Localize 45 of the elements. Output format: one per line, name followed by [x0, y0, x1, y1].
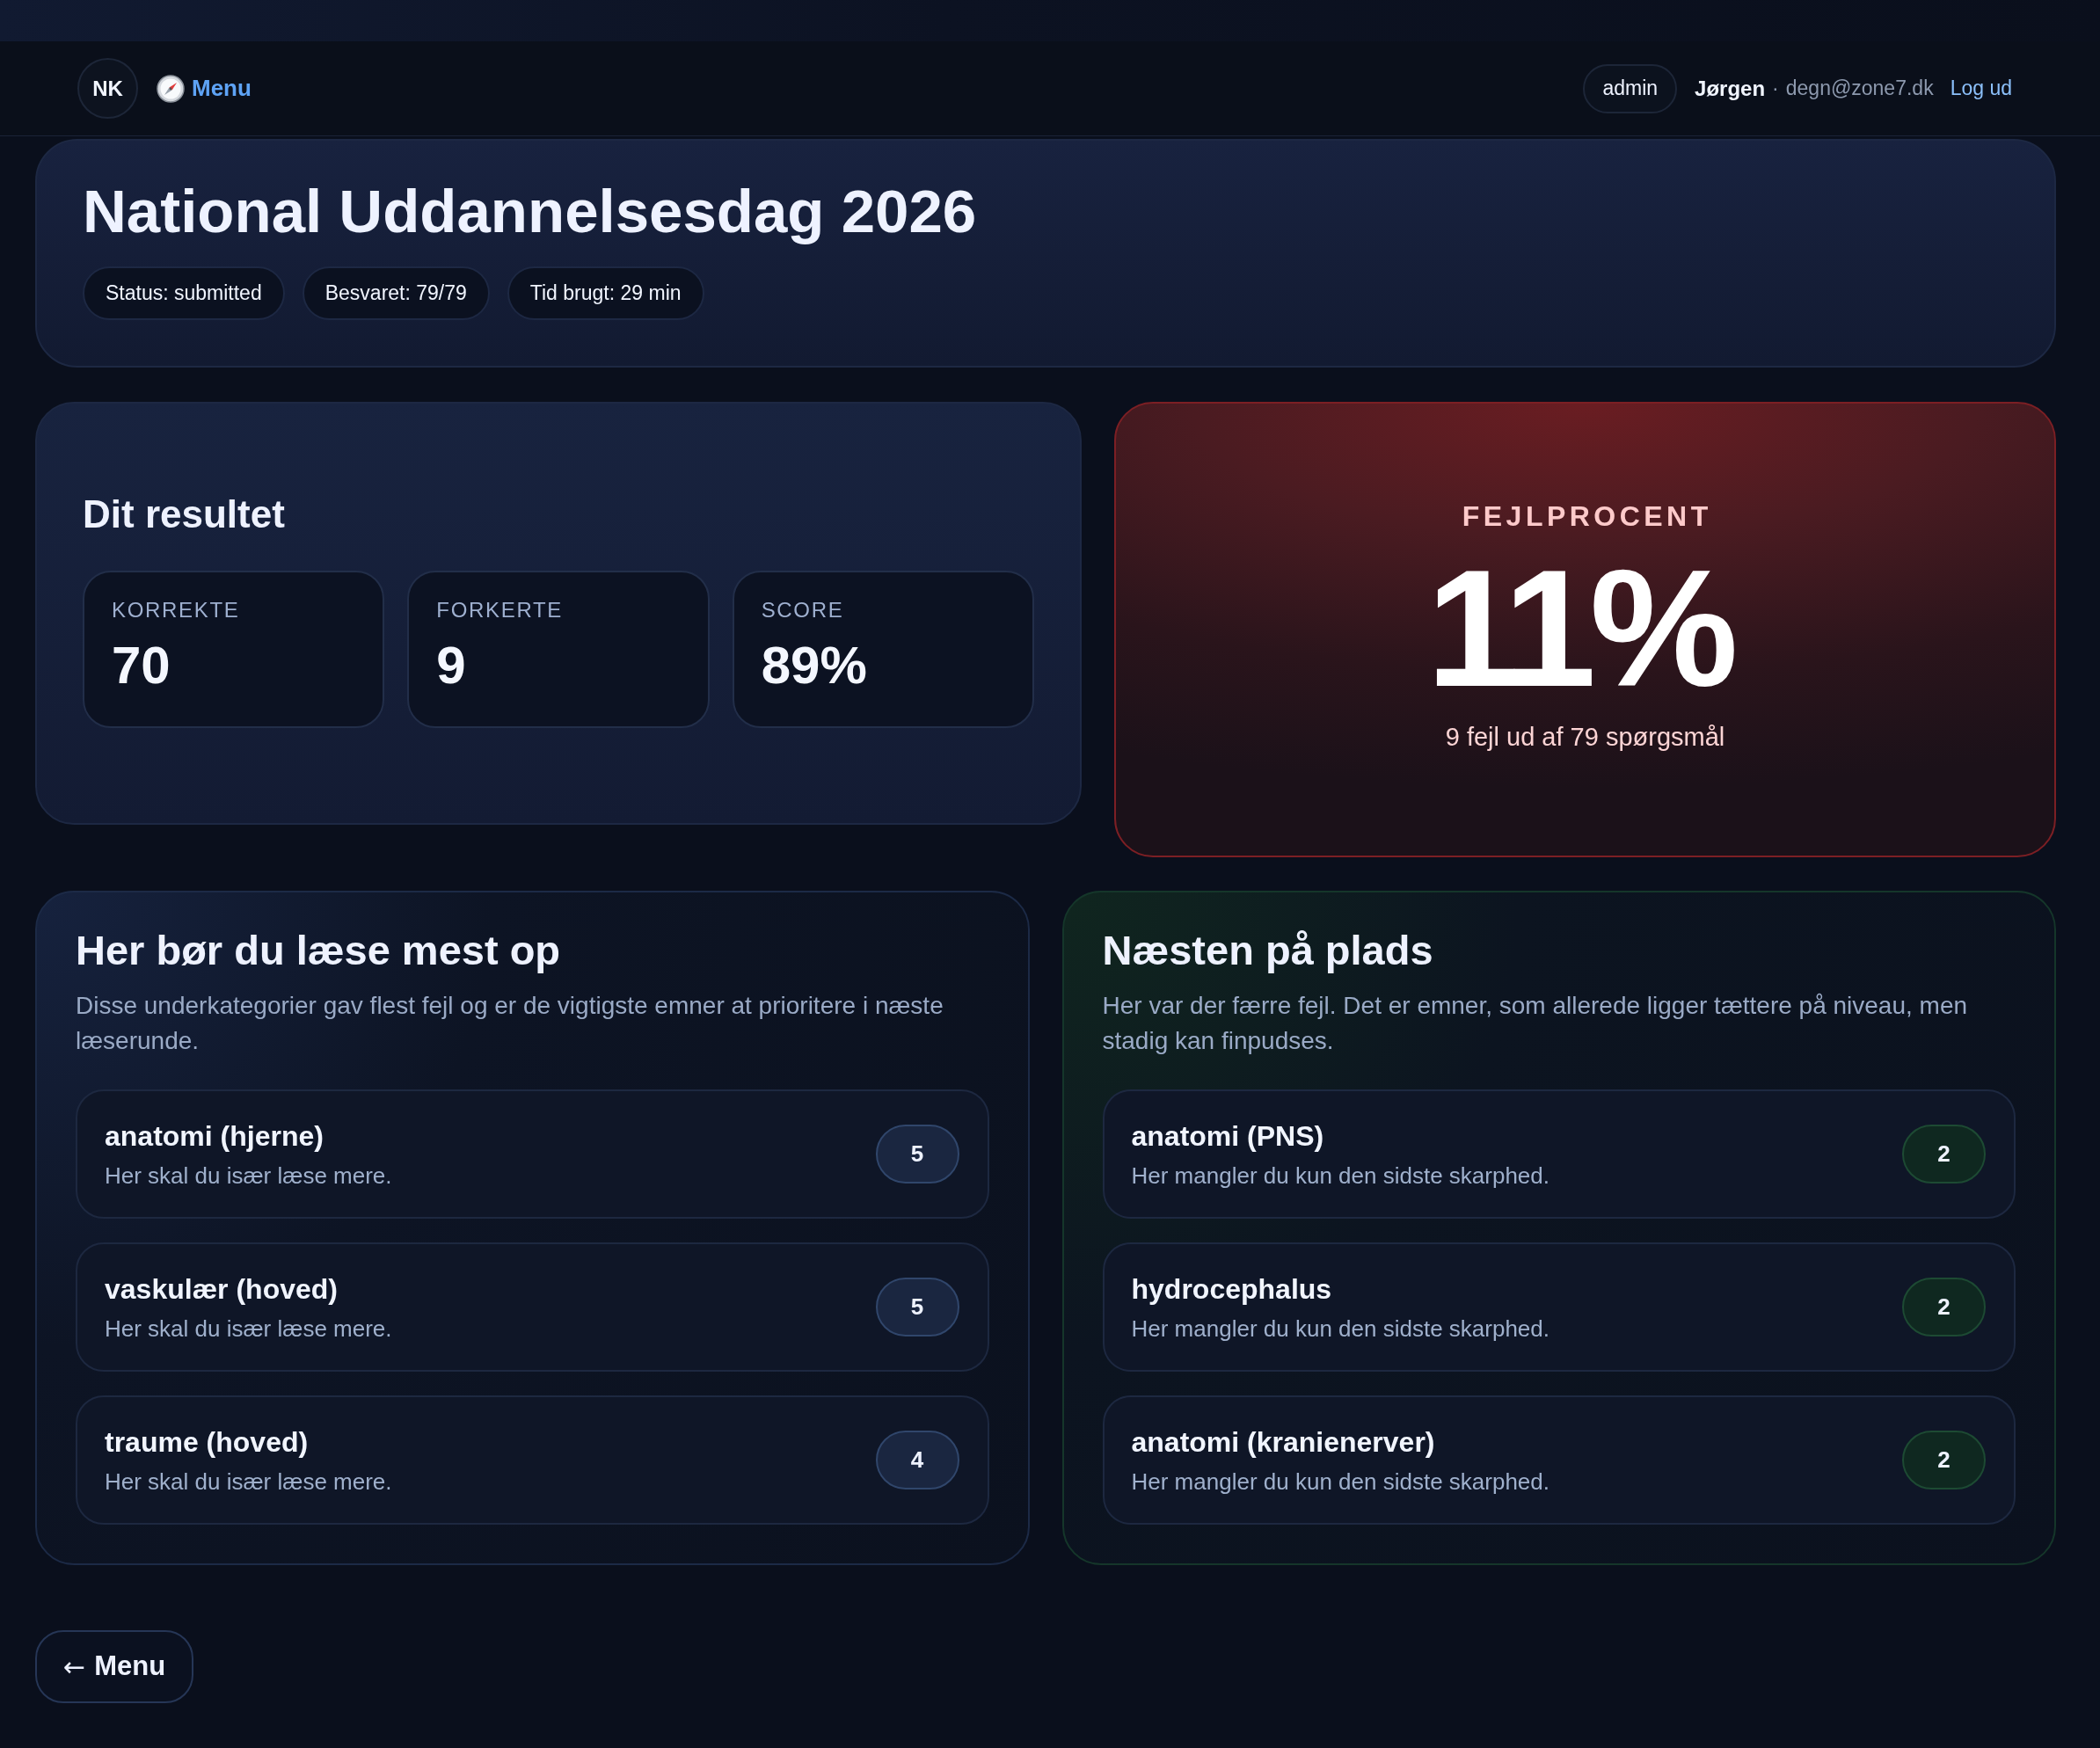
error-count-badge: 2: [1902, 1431, 1986, 1489]
exam-title: National Uddannelsesdag 2026: [83, 177, 977, 247]
info-chip: Status: submitted: [83, 266, 285, 320]
panel-heading: Her bør du læse mest op: [76, 926, 561, 975]
error-count-badge: 2: [1902, 1278, 1986, 1336]
topic-name: vaskulær (hoved): [105, 1271, 338, 1306]
topic-note: Her skal du især læse mere.: [105, 1161, 392, 1190]
back-button[interactable]: ← Menu: [35, 1630, 194, 1703]
error-count-badge: 5: [875, 1125, 959, 1184]
topic-note: Her mangler du kun den sidste skarphed.: [1131, 1467, 1549, 1496]
error-rate-value: 11%: [1426, 544, 1733, 711]
panel-description: Disse underkategorier gav flest fejl og er de vigtigste emner at prioritere i næste læserunde.: [76, 991, 944, 1056]
info-chip: Besvaret: 79/79: [302, 266, 490, 320]
topic-note: Her skal du især læse mere.: [105, 1467, 392, 1496]
topic-name: anatomi (hjerne): [105, 1118, 324, 1153]
stat-label: SCORE: [761, 597, 844, 623]
error-rate-label: FEJLPROCENT: [1461, 499, 1712, 534]
panel-heading: Næsten på plads: [1102, 926, 1433, 975]
logout-link[interactable]: Log ud: [1950, 73, 2012, 104]
error-count-badge: 5: [875, 1278, 959, 1336]
topic-note: Her mangler du kun den sidste skarphed.: [1131, 1161, 1549, 1190]
stat-label: KORREKTE: [112, 597, 240, 623]
panel-description: Her var der færre fejl. Det er emner, som allerede ligger tættere på niveau, men stadig kan finpudses.: [1102, 991, 1969, 1056]
topic-name: anatomi (kranienerver): [1131, 1424, 1435, 1459]
role-badge: admin: [1583, 63, 1678, 113]
stat-value: 89%: [761, 639, 867, 692]
error-rate-caption: 9 fejl ud af 79 spørgsmål: [1445, 722, 1725, 753]
stat-value: 9: [436, 639, 466, 692]
separator: ·: [1772, 76, 1779, 102]
topic-name: hydrocephalus: [1131, 1271, 1332, 1306]
initials-logo[interactable]: NK: [77, 58, 138, 119]
result-heading: Dit resultet: [83, 492, 285, 537]
user-email: degn@zone7.dk: [1785, 76, 1934, 102]
user-name: Jørgen: [1695, 75, 1766, 102]
topic-name: traume (hoved): [105, 1424, 309, 1459]
topic-note: Her mangler du kun den sidste skarphed.: [1131, 1314, 1549, 1343]
error-count-badge: 2: [1902, 1125, 1986, 1184]
topic-name: anatomi (PNS): [1131, 1118, 1324, 1153]
stat-value: 70: [112, 639, 171, 692]
compass-icon: [157, 74, 185, 103]
error-count-badge: 4: [875, 1431, 959, 1489]
topic-note: Her skal du især læse mere.: [105, 1314, 392, 1343]
info-chip: Tid brugt: 29 min: [507, 266, 704, 320]
menu-link[interactable]: Menu: [157, 71, 252, 106]
stat-label: FORKERTE: [436, 597, 563, 623]
